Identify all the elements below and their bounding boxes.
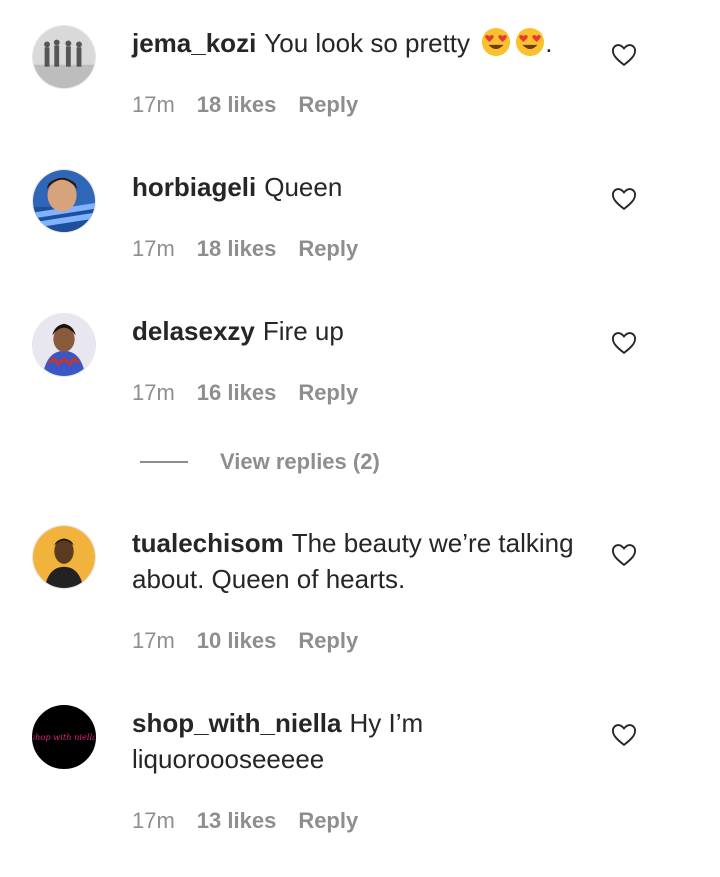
avatar[interactable] <box>32 313 96 377</box>
comment-meta: 17m 18 likes Reply <box>132 90 380 120</box>
reply-button[interactable]: Reply <box>298 808 358 833</box>
comment-likes[interactable]: 18 likes <box>197 92 277 117</box>
comment-likes[interactable]: 10 likes <box>197 628 277 653</box>
avatar[interactable]: shop with niella <box>32 705 96 769</box>
avatar-brand-text: shop with niella <box>33 732 95 742</box>
comment-text: tualechisom The beauty we’re talking abou… <box>132 525 582 597</box>
comment-body: Fire up <box>262 316 344 346</box>
view-replies-label: View replies (2) <box>220 449 380 474</box>
comment-username[interactable]: jema_kozi <box>132 28 256 58</box>
comment-likes[interactable]: 16 likes <box>197 380 277 405</box>
comment-username[interactable]: horbiageli <box>132 172 256 202</box>
comment-likes[interactable]: 18 likes <box>197 236 277 261</box>
comment-time: 17m <box>132 380 175 405</box>
reply-button[interactable]: Reply <box>298 628 358 653</box>
comment-body: Queen <box>264 172 343 202</box>
avatar[interactable] <box>32 525 96 589</box>
comment-username[interactable]: delasexzy <box>132 316 255 346</box>
view-replies-divider <box>140 461 188 463</box>
avatar[interactable] <box>32 169 96 233</box>
heart-eyes-emoji <box>516 27 545 57</box>
reply-button[interactable]: Reply <box>298 236 358 261</box>
reply-button[interactable]: Reply <box>298 92 358 117</box>
view-replies-button[interactable]: View replies (2) <box>140 446 540 478</box>
heart-outline-icon[interactable] <box>610 721 638 749</box>
heart-outline-icon[interactable] <box>610 329 638 357</box>
heart-eyes-emoji <box>482 27 511 57</box>
comment-likes[interactable]: 13 likes <box>197 808 277 833</box>
comment-meta: 17m 18 likes Reply <box>132 234 380 264</box>
heart-outline-icon[interactable] <box>610 541 638 569</box>
comment-text: shop_with_niella Hy I’m liquoroooseeeee <box>132 705 462 777</box>
comment-time: 17m <box>132 628 175 653</box>
comment-meta: 17m 13 likes Reply <box>132 806 380 836</box>
reply-button[interactable]: Reply <box>298 380 358 405</box>
comment-meta: 17m 16 likes Reply <box>132 378 380 408</box>
avatar[interactable] <box>32 25 96 89</box>
comment-meta: 17m 10 likes Reply <box>132 626 380 656</box>
comment-body-suffix: . <box>545 28 553 58</box>
comment-text: delasexzy Fire up <box>132 313 582 349</box>
comment-time: 17m <box>132 808 175 833</box>
comment-text: jema_kozi You look so pretty . <box>132 25 582 61</box>
comment-username[interactable]: tualechisom <box>132 528 284 558</box>
comment-time: 17m <box>132 92 175 117</box>
comment-time: 17m <box>132 236 175 261</box>
heart-outline-icon[interactable] <box>610 41 638 69</box>
comment-username[interactable]: shop_with_niella <box>132 708 342 738</box>
comment-body: You look so pretty <box>264 28 471 58</box>
heart-outline-icon[interactable] <box>610 185 638 213</box>
comment-text: horbiageli Queen <box>132 169 582 205</box>
